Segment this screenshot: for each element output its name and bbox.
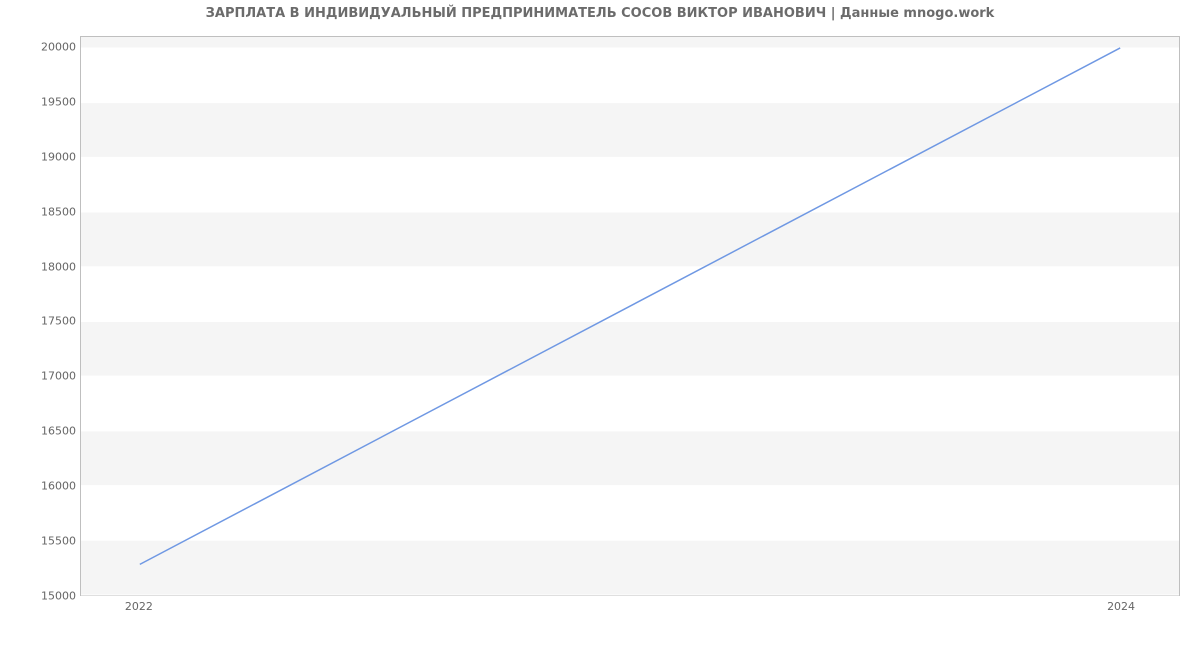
y-tick-label: 16500 (26, 425, 76, 438)
y-tick-label: 16000 (26, 480, 76, 493)
plot-area (80, 36, 1180, 596)
chart-container: ЗАРПЛАТА В ИНДИВИДУАЛЬНЫЙ ПРЕДПРИНИМАТЕЛ… (0, 0, 1200, 650)
y-tick-label: 19000 (26, 150, 76, 163)
y-tick-label: 17000 (26, 370, 76, 383)
y-tick-label: 15000 (26, 590, 76, 603)
x-tick-label: 2022 (125, 600, 153, 613)
y-tick-label: 20000 (26, 40, 76, 53)
y-tick-label: 18500 (26, 205, 76, 218)
y-tick-label: 19500 (26, 95, 76, 108)
line-layer (81, 37, 1179, 595)
x-tick-label: 2024 (1107, 600, 1135, 613)
y-tick-label: 18000 (26, 260, 76, 273)
y-tick-label: 15500 (26, 535, 76, 548)
y-tick-label: 17500 (26, 315, 76, 328)
chart-title: ЗАРПЛАТА В ИНДИВИДУАЛЬНЫЙ ПРЕДПРИНИМАТЕЛ… (0, 6, 1200, 21)
